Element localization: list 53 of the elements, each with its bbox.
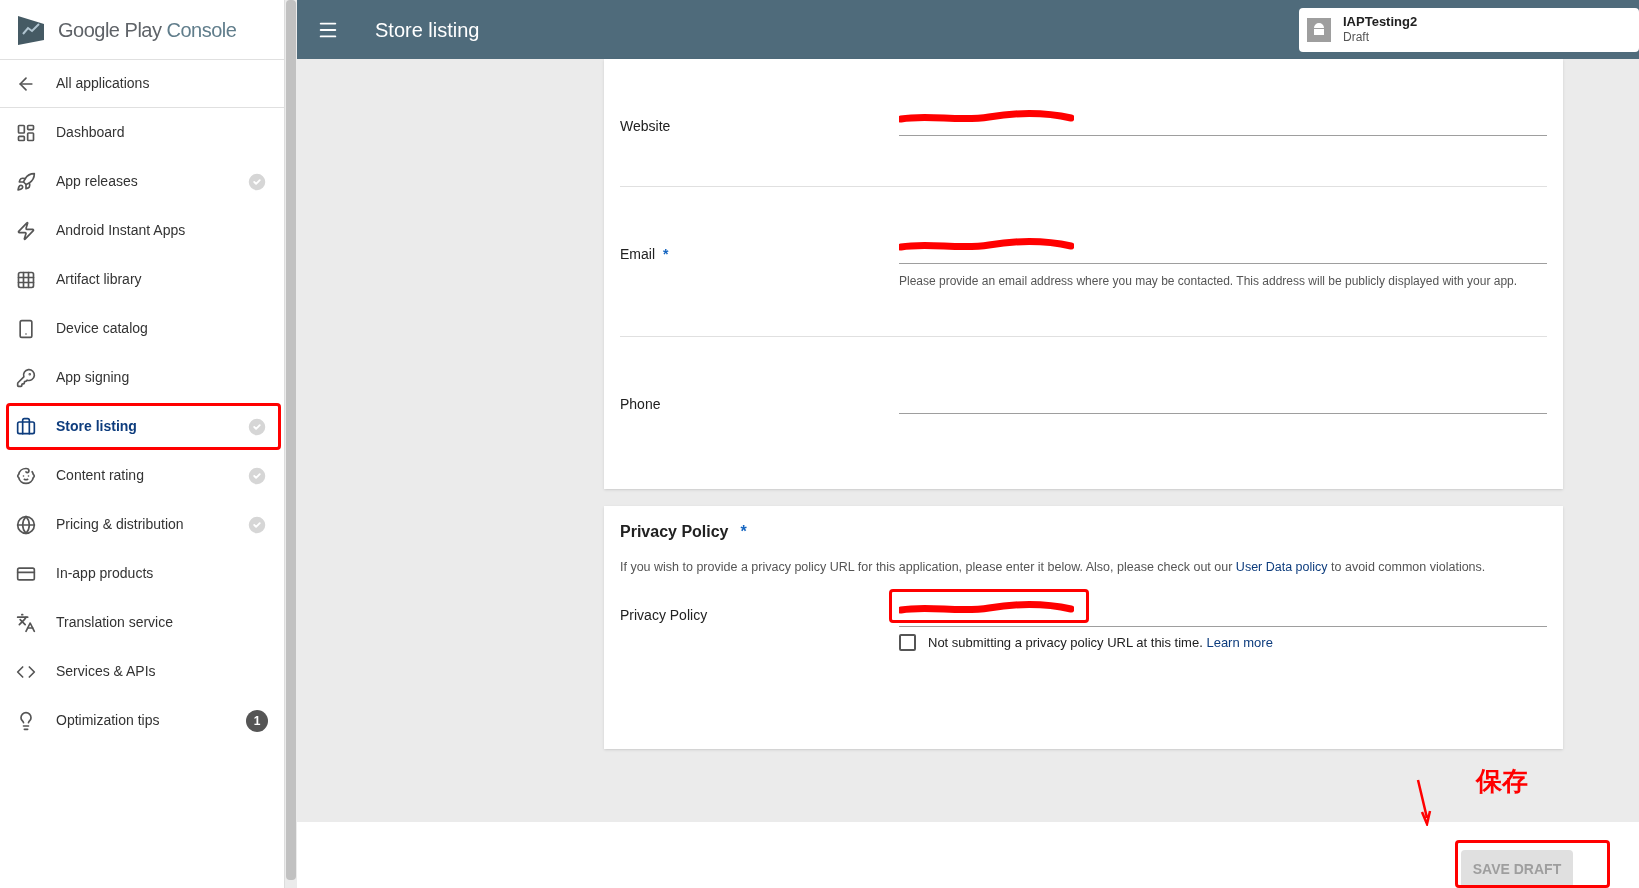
key-icon [16, 367, 36, 388]
input-field[interactable] [899, 236, 1547, 264]
required-mark: * [740, 522, 747, 542]
description-text: If you wish to provide a privacy policy URL for this application, please enter it below. Also, please check out our User Data policy to avoid common violations. [620, 559, 1487, 576]
annotation-caption: 保存 [1476, 765, 1528, 798]
app-status: Draft [1343, 30, 1370, 46]
briefcase-icon [16, 416, 36, 437]
lightning-icon [16, 220, 36, 241]
back-link[interactable]: All applications [0, 60, 284, 108]
globe-icon [16, 514, 36, 535]
sidebar-item[interactable]: Android Instant Apps [0, 206, 284, 255]
sidebar-item[interactable]: Optimization tips 1 [0, 696, 284, 745]
field-label: Email [620, 245, 655, 264]
logo-icon [16, 13, 46, 46]
sidebar-item[interactable]: Pricing & distribution [0, 500, 284, 549]
field-label: Phone [620, 395, 661, 414]
checkbox[interactable] [899, 634, 916, 651]
required-mark: * [663, 245, 669, 264]
sidebar-item[interactable]: Dashboard [0, 108, 284, 157]
checkbox-label: Not submitting a privacy policy URL at this time. Learn more [928, 633, 1273, 652]
dashboard-icon [16, 122, 36, 143]
phone-icon [16, 318, 36, 339]
check-icon [246, 170, 268, 193]
check-icon [246, 415, 268, 438]
sidebar-item[interactable]: Content rating [0, 451, 284, 500]
app-name: IAPTesting2 [1343, 13, 1418, 31]
translate-icon [16, 612, 36, 633]
sidebar-item[interactable]: App releases [0, 157, 284, 206]
helper-text: Please provide an email address where you may be contacted. This address will be publicly displayed with your app. [899, 273, 1519, 290]
app-selector[interactable]: IAPTesting2 Draft [1299, 7, 1639, 52]
learn-more-link[interactable]: Learn more [1206, 634, 1273, 650]
annotation-arrow [1416, 778, 1432, 826]
sidebar-item[interactable]: Translation service [0, 598, 284, 647]
page-title: Store listing [375, 17, 481, 43]
field-label: Privacy Policy [620, 605, 709, 625]
input-field[interactable] [899, 108, 1547, 136]
card-title: Privacy Policy [620, 522, 729, 542]
person-icon [16, 465, 36, 486]
sidebar-item[interactable]: Services & APIs [0, 647, 284, 696]
grid-icon [16, 269, 36, 290]
input-field[interactable] [899, 598, 1547, 627]
sidebar-item[interactable]: Artifact library [0, 255, 284, 304]
check-icon [246, 513, 268, 536]
field-label: Website [620, 117, 671, 136]
sidebar-item[interactable]: App signing [0, 353, 284, 402]
sidebar-item[interactable]: Store listing [0, 402, 284, 451]
sidebar-item[interactable]: In-app products [0, 549, 284, 598]
rocket-icon [16, 171, 36, 192]
logo-text: Google Play Console [58, 17, 237, 43]
user-data-policy-link[interactable]: User Data policy [1235, 560, 1328, 574]
count-badge: 1 [246, 709, 268, 732]
sidebar-item[interactable]: Device catalog [0, 304, 284, 353]
check-icon [246, 464, 268, 487]
